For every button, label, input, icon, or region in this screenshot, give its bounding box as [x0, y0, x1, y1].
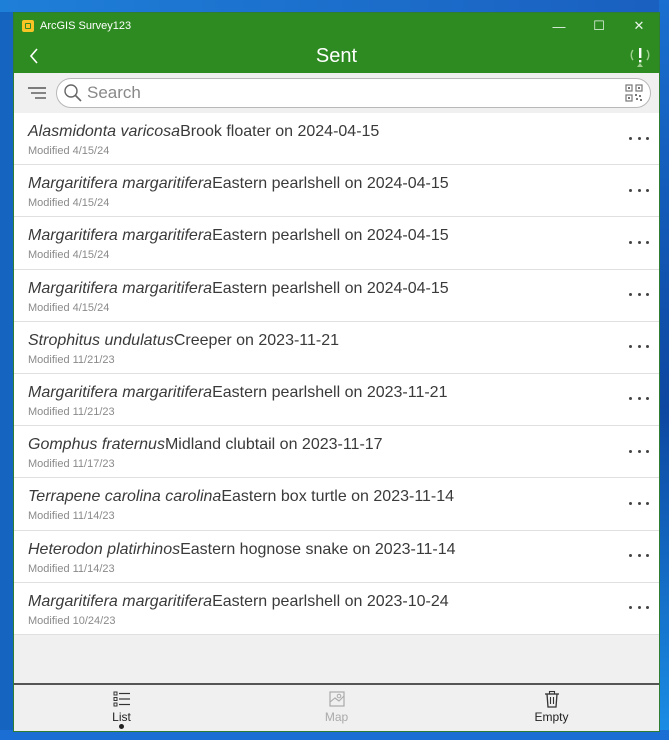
survey123-app-icon	[22, 20, 34, 32]
item-title: Margaritifera margaritiferaEastern pearl…	[28, 175, 659, 193]
window-title: ArcGIS Survey123	[40, 20, 132, 32]
list-item[interactable]: Margaritifera margaritiferaEastern pearl…	[14, 165, 659, 218]
active-indicator	[119, 724, 124, 729]
item-scientific-name: Gomphus fraternus	[28, 436, 165, 454]
item-scientific-name: Heterodon platirhinos	[28, 540, 181, 558]
page-title: Sent	[315, 44, 358, 67]
search-input[interactable]	[87, 83, 624, 103]
item-title: Heterodon platirhinosEastern hognose sna…	[28, 541, 659, 559]
list-item[interactable]: Terrapene carolina carolinaEastern box t…	[14, 478, 659, 531]
map-icon	[328, 691, 345, 707]
desktop-background-right	[659, 0, 669, 740]
item-modified-date: Modified 11/21/23	[28, 353, 115, 366]
list-icon	[113, 691, 130, 707]
item-scientific-name: Margaritifera margaritifera	[28, 227, 213, 245]
item-title: Gomphus fraternusMidland clubtail on 202…	[28, 436, 659, 454]
item-scientific-name: Margaritifera margaritifera	[28, 383, 213, 401]
item-title: Margaritifera margaritiferaEastern pearl…	[28, 280, 659, 298]
app-window: ArcGIS Survey123 — ☐ ✕ Sent Search Alasm…	[13, 12, 660, 732]
qr-code-scan-icon[interactable]	[624, 83, 644, 103]
item-modified-date: Modified 4/15/24	[28, 145, 110, 157]
item-modified-date: Modified 11/14/23	[28, 510, 115, 523]
trash-icon	[544, 690, 559, 708]
list-item[interactable]: Strophitus undulatusCreeper on 2023-11-2…	[14, 322, 659, 374]
list-item[interactable]: Heterodon platirhinosEastern hognose sna…	[14, 531, 659, 583]
item-common-name: Creeper on 2023-11-21	[173, 331, 340, 349]
item-scientific-name: Alasmidonta varicosa	[28, 123, 181, 140]
item-title: Strophitus undulatusCreeper on 2023-11-2…	[28, 332, 659, 350]
item-title: Margaritifera margaritiferaEastern pearl…	[28, 227, 659, 245]
more-options-icon[interactable]	[627, 549, 651, 563]
desktop-background-top	[0, 0, 669, 12]
chevron-left-icon	[29, 48, 38, 64]
maximize-button[interactable]: ☐	[579, 13, 619, 39]
item-scientific-name: Strophitus undulatus	[28, 331, 174, 349]
item-common-name: Midland clubtail on 2023-11-17	[164, 436, 383, 454]
more-options-icon[interactable]	[627, 183, 651, 197]
item-modified-date: Modified 11/14/23	[28, 562, 115, 575]
item-scientific-name: Margaritifera margaritifera	[28, 592, 213, 610]
item-common-name: Eastern pearlshell on 2024-04-15	[212, 279, 449, 297]
more-options-icon[interactable]	[627, 392, 651, 406]
page-header: Sent	[14, 39, 659, 73]
item-modified-date: Modified 11/17/23	[28, 458, 115, 471]
sort-filter-button[interactable]	[22, 78, 52, 108]
minimize-button[interactable]: —	[539, 13, 579, 39]
list-item[interactable]: Margaritifera margaritiferaEastern pearl…	[14, 270, 659, 322]
list-label: List	[112, 710, 131, 724]
search-bar	[14, 73, 659, 113]
item-title: Margaritifera margaritiferaEastern pearl…	[28, 593, 659, 611]
list-item[interactable]: Alasmidonta varicosaBrook floater on 202…	[14, 113, 659, 166]
title-bar: ArcGIS Survey123 — ☐ ✕	[14, 13, 659, 39]
location-status-button[interactable]	[627, 43, 653, 69]
empty-button[interactable]: Empty	[444, 685, 659, 731]
item-title: Margaritifera margaritiferaEastern pearl…	[28, 384, 659, 402]
survey-list: Alasmidonta varicosaBrook floater on 202…	[14, 113, 659, 635]
item-modified-date: Modified 10/24/23	[28, 614, 116, 627]
item-common-name: Eastern pearlshell on 2024-04-15	[212, 175, 449, 193]
item-scientific-name: Margaritifera margaritifera	[28, 175, 213, 193]
more-options-icon[interactable]	[627, 235, 651, 249]
item-common-name: Eastern box turtle on 2023-11-14	[221, 488, 455, 506]
item-modified-date: Modified 4/15/24	[28, 301, 110, 314]
more-options-icon[interactable]	[627, 288, 651, 302]
item-scientific-name: Terrapene carolina carolina	[28, 488, 222, 506]
more-options-icon[interactable]	[627, 340, 651, 354]
list-item[interactable]: Margaritifera margaritiferaEastern pearl…	[14, 583, 659, 635]
close-button[interactable]: ✕	[619, 13, 659, 39]
item-common-name: Eastern pearlshell on 2023-11-21	[212, 383, 448, 401]
list-item[interactable]: Gomphus fraternusMidland clubtail on 202…	[14, 426, 659, 479]
empty-label: Empty	[534, 710, 569, 724]
item-title: Terrapene carolina carolinaEastern box t…	[28, 488, 659, 506]
map-view-button[interactable]: Map	[229, 685, 444, 731]
more-options-icon[interactable]	[627, 601, 651, 615]
map-label: Map	[324, 710, 349, 724]
item-common-name: Eastern pearlshell on 2024-04-15	[212, 227, 449, 245]
more-options-icon[interactable]	[627, 131, 651, 145]
more-options-icon[interactable]	[627, 496, 651, 510]
item-common-name: Eastern pearlshell on 2023-10-24	[212, 592, 449, 610]
bottom-toolbar: List Map Empty	[14, 683, 659, 731]
signal-warning-icon	[630, 48, 650, 67]
item-common-name: Brook floater on 2024-04-15	[180, 123, 380, 140]
list-item[interactable]: Margaritifera margaritiferaEastern pearl…	[14, 374, 659, 427]
list-item[interactable]: Margaritifera margaritiferaEastern pearl…	[14, 217, 659, 270]
item-modified-date: Modified 4/15/24	[28, 249, 110, 262]
item-title: Alasmidonta varicosaBrook floater on 202…	[28, 123, 659, 141]
item-scientific-name: Margaritifera margaritifera	[28, 279, 213, 297]
back-button[interactable]	[14, 39, 54, 73]
item-common-name: Eastern hognose snake on 2023-11-14	[180, 540, 456, 558]
search-field[interactable]	[56, 78, 651, 108]
list-view-button[interactable]: List	[14, 685, 229, 731]
more-options-icon[interactable]	[627, 444, 651, 458]
search-icon	[64, 84, 82, 102]
item-modified-date: Modified 4/15/24	[28, 197, 110, 210]
item-modified-date: Modified 11/21/23	[28, 405, 115, 418]
filter-icon	[28, 87, 46, 99]
